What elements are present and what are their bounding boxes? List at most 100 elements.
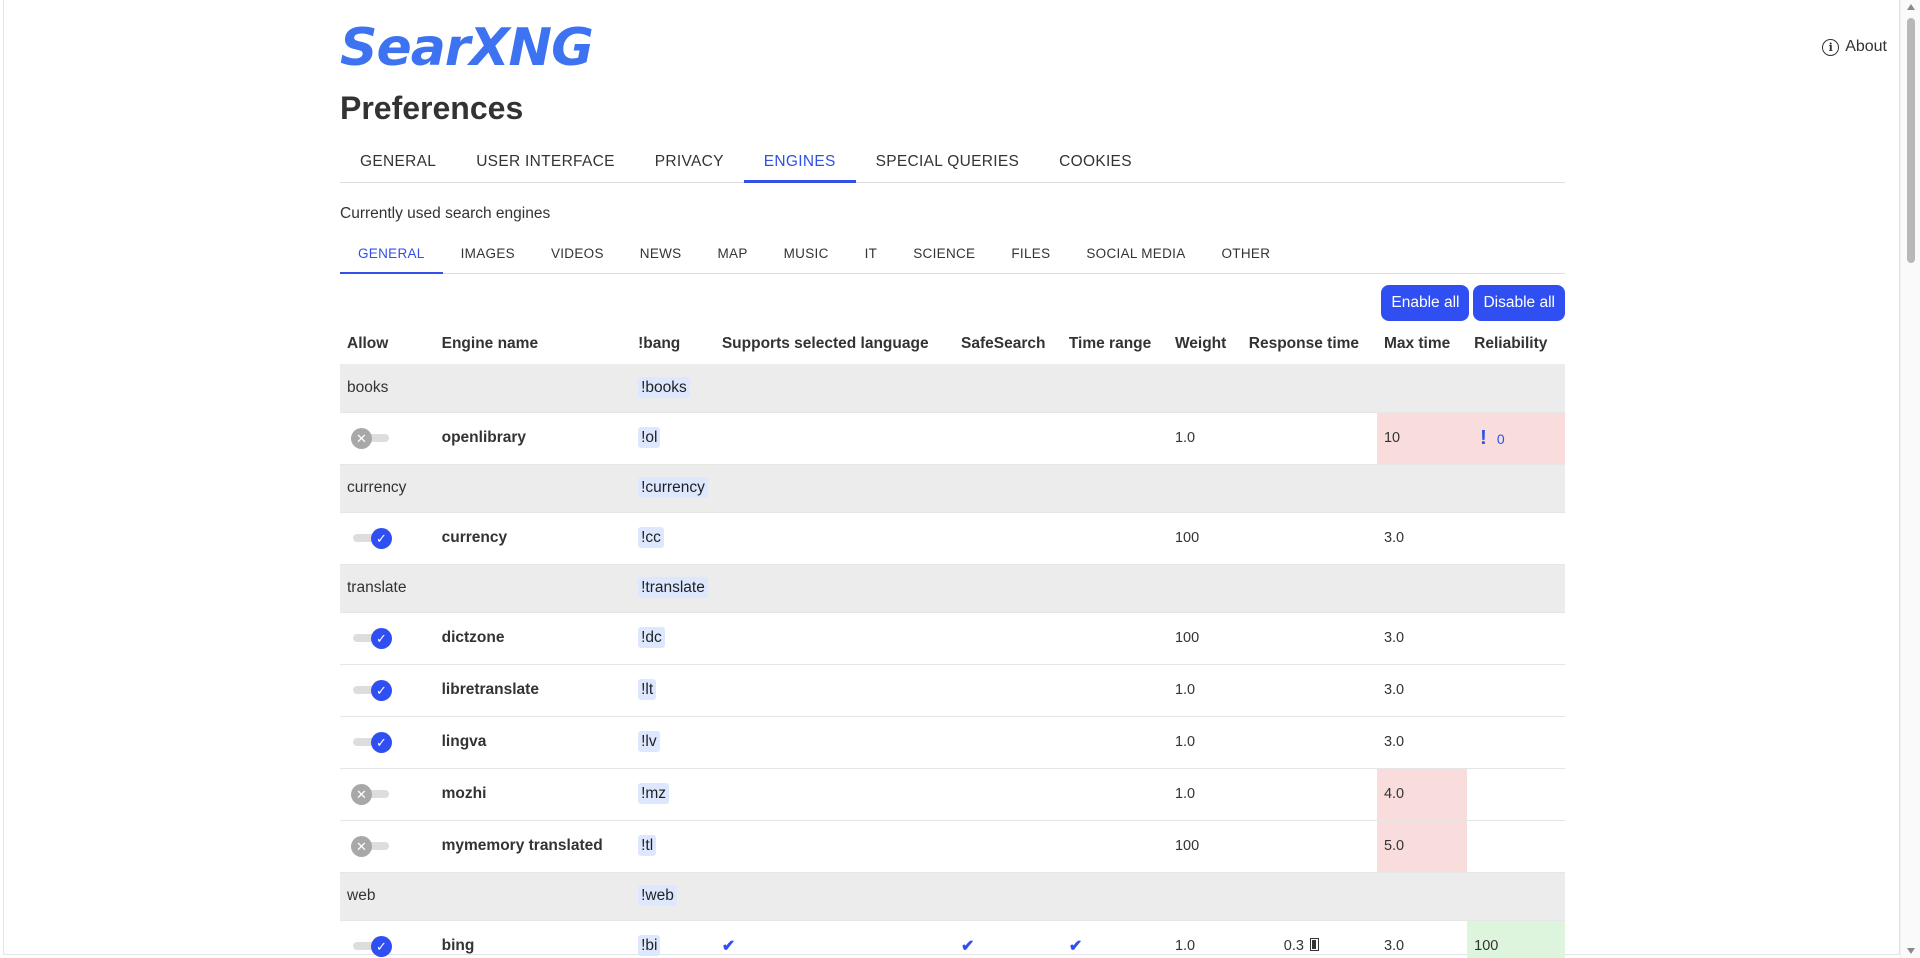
bang-cell: !tl bbox=[631, 820, 715, 873]
enable-all-button[interactable]: Enable all bbox=[1381, 285, 1470, 321]
about-link[interactable]: i About bbox=[1822, 38, 1887, 56]
safesearch-cell bbox=[954, 716, 1062, 769]
weight-cell: 1.0 bbox=[1167, 768, 1242, 821]
tab-privacy[interactable]: PRIVACY bbox=[635, 146, 744, 183]
engine-name: libretranslate bbox=[434, 664, 632, 717]
scroll-up-arrow-icon[interactable] bbox=[1907, 4, 1915, 10]
category-tab-science[interactable]: SCIENCE bbox=[895, 240, 993, 274]
check-icon: ✓ bbox=[371, 732, 392, 753]
allow-cell: ✕ bbox=[340, 412, 435, 465]
empty-cell bbox=[434, 464, 632, 513]
engine-toggle[interactable]: ✕ bbox=[347, 427, 393, 449]
scrollbar-thumb[interactable] bbox=[1907, 18, 1915, 263]
check-icon: ✓ bbox=[371, 628, 392, 649]
empty-cell bbox=[1467, 364, 1565, 413]
allow-cell: ✕ bbox=[340, 820, 435, 873]
column-header-reliability: Reliability bbox=[1474, 335, 1548, 352]
engine-bang: !dc bbox=[638, 627, 665, 648]
searxng-logo[interactable]: SearXNG bbox=[340, 18, 594, 78]
category-tab-map[interactable]: MAP bbox=[699, 240, 765, 274]
empty-cell bbox=[1467, 464, 1565, 513]
bang-cell: !lt bbox=[631, 664, 715, 717]
tab-cookies[interactable]: COOKIES bbox=[1039, 146, 1152, 183]
allow-cell: ✕ bbox=[340, 768, 435, 821]
empty-cell bbox=[434, 364, 632, 413]
tab-engines[interactable]: ENGINES bbox=[743, 146, 856, 183]
max-time-cell: 3.0 bbox=[1376, 664, 1468, 717]
language-support-cell bbox=[714, 664, 955, 717]
column-header-safesearch: SafeSearch bbox=[961, 335, 1046, 352]
empty-cell bbox=[1241, 872, 1377, 921]
category-tab-other[interactable]: OTHER bbox=[1204, 240, 1289, 274]
empty-cell bbox=[1061, 872, 1168, 921]
category-tab-music[interactable]: MUSIC bbox=[766, 240, 847, 274]
engine-toggle[interactable]: ✕ bbox=[347, 835, 393, 857]
allow-cell: ✓ bbox=[340, 920, 435, 958]
category-tab-social-media[interactable]: SOCIAL MEDIA bbox=[1068, 240, 1203, 274]
engine-name: currency bbox=[434, 512, 632, 565]
empty-cell bbox=[1061, 464, 1168, 513]
reliability-cell bbox=[1467, 664, 1565, 717]
column-header-time-range: Time range bbox=[1068, 335, 1152, 352]
category-tab-news[interactable]: NEWS bbox=[622, 240, 700, 274]
weight-cell: 1.0 bbox=[1167, 920, 1242, 958]
response-time-cell bbox=[1241, 412, 1377, 465]
engine-bang: !ol bbox=[638, 427, 661, 448]
reliability-cell bbox=[1467, 768, 1565, 821]
response-time-cell bbox=[1241, 820, 1377, 873]
column-header-engine-name: Engine name bbox=[441, 335, 539, 352]
max-time-cell: 3.0 bbox=[1376, 612, 1468, 665]
group-row: books !books bbox=[340, 364, 1565, 413]
language-support-cell bbox=[714, 820, 955, 873]
group-bang: !books bbox=[638, 376, 690, 398]
safesearch-cell bbox=[954, 512, 1062, 565]
time-range-cell bbox=[1061, 716, 1168, 769]
weight-cell: 1.0 bbox=[1167, 716, 1242, 769]
response-time-chart-icon[interactable] bbox=[1309, 938, 1319, 951]
engine-toggle[interactable]: ✓ bbox=[347, 731, 393, 753]
category-tab-it[interactable]: IT bbox=[847, 240, 896, 274]
time-range-cell bbox=[1061, 512, 1168, 565]
engine-toggle[interactable]: ✕ bbox=[347, 783, 393, 805]
max-time-cell: 5.0 bbox=[1376, 820, 1468, 873]
table-row: ✕ openlibrary !ol 1.0 10! 0 bbox=[340, 412, 1565, 465]
column-header-weight: Weight bbox=[1174, 335, 1227, 352]
max-time-cell: 3.0 bbox=[1376, 920, 1468, 958]
tab-special-queries[interactable]: SPECIAL QUERIES bbox=[856, 146, 1039, 183]
category-tab-images[interactable]: IMAGES bbox=[443, 240, 533, 274]
allow-cell: ✓ bbox=[340, 612, 435, 665]
engine-name: mozhi bbox=[434, 768, 632, 821]
table-row: ✓ bing !bi ✔ ✔ ✔ 1.0 0.3 3.0 100 bbox=[340, 920, 1565, 958]
category-tab-files[interactable]: FILES bbox=[993, 240, 1068, 274]
scroll-down-arrow-icon[interactable] bbox=[1907, 948, 1915, 954]
engine-toggle[interactable]: ✓ bbox=[347, 679, 393, 701]
empty-cell bbox=[1376, 464, 1468, 513]
tab-general[interactable]: GENERAL bbox=[340, 146, 456, 183]
disable-all-button[interactable]: Disable all bbox=[1473, 285, 1565, 321]
bang-cell: !mz bbox=[631, 768, 715, 821]
category-tab-videos[interactable]: VIDEOS bbox=[533, 240, 622, 274]
safesearch-cell bbox=[954, 412, 1062, 465]
engine-toggle[interactable]: ✓ bbox=[347, 935, 393, 957]
info-icon: i bbox=[1822, 38, 1840, 56]
time-range-cell bbox=[1061, 412, 1168, 465]
vertical-scrollbar[interactable] bbox=[1900, 0, 1920, 958]
bang-cell: !bi bbox=[631, 920, 715, 958]
engine-name: openlibrary bbox=[434, 412, 632, 465]
empty-cell bbox=[1467, 872, 1565, 921]
tab-user-interface[interactable]: USER INTERFACE bbox=[456, 146, 635, 183]
check-icon: ✓ bbox=[371, 680, 392, 701]
reliability-value[interactable]: 0 bbox=[1497, 431, 1505, 447]
safesearch-cell: ✔ bbox=[954, 920, 1062, 958]
category-tab-general[interactable]: GENERAL bbox=[340, 240, 443, 274]
empty-cell bbox=[1241, 464, 1377, 513]
engine-toggle[interactable]: ✓ bbox=[347, 527, 393, 549]
empty-cell bbox=[434, 564, 632, 613]
table-body: books !books ✕ openlibrary !ol 1.0 10! 0 currenc… bbox=[340, 364, 1565, 958]
empty-cell bbox=[1376, 564, 1468, 613]
weight-cell: 100 bbox=[1167, 612, 1242, 665]
engines-table: Allow Engine name !bang Supports selected l… bbox=[340, 324, 1565, 958]
max-time-cell: 3.0 bbox=[1376, 716, 1468, 769]
warning-icon[interactable]: ! bbox=[1480, 427, 1487, 449]
engine-toggle[interactable]: ✓ bbox=[347, 627, 393, 649]
